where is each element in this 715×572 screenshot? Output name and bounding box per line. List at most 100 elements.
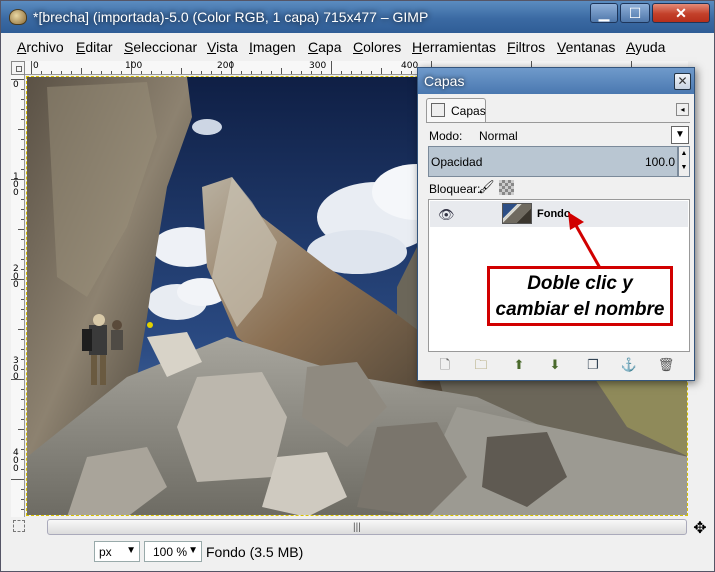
unit-dropdown[interactable]: px ▼ [94, 541, 140, 562]
ruler-tick [331, 61, 332, 74]
chevron-down-icon: ▼ [188, 545, 198, 556]
ruler-tick [111, 71, 112, 74]
menu-vista[interactable]: Vista [207, 39, 238, 55]
menu-filtros[interactable]: Filtros [507, 39, 545, 55]
navigate-image-icon[interactable]: ✥ [690, 518, 710, 538]
layers-dialog: Capas ✕ Capas ◂ Modo: Normal ▼ Opacidad … [417, 67, 695, 381]
ruler-tick [411, 71, 412, 74]
mode-label: Modo: [429, 129, 463, 143]
ruler-tick [281, 68, 282, 74]
ruler-tick [391, 71, 392, 74]
layers-dialog-title-bar[interactable]: Capas ✕ [418, 68, 694, 94]
menu-editar[interactable]: Editar [76, 39, 113, 55]
ruler-label: 300 [13, 356, 19, 382]
ruler-tick [121, 71, 122, 74]
ruler-tick [21, 469, 24, 470]
ruler-tick [21, 369, 24, 370]
layers-icon [431, 103, 445, 117]
ruler-tick [21, 239, 24, 240]
new-group-icon[interactable]: 🗀 [472, 356, 490, 374]
ruler-label: 100 [125, 61, 143, 71]
ruler-tick [321, 71, 322, 74]
opacity-label: Opacidad [431, 155, 483, 169]
ruler-tick [141, 71, 142, 74]
ruler-tick [361, 71, 362, 74]
ruler-tick [151, 71, 152, 74]
minimize-button[interactable]: ▁ [590, 3, 618, 23]
opacity-spin-button[interactable]: ▲ ▼ [678, 146, 690, 177]
quick-mask-toggle[interactable] [13, 520, 25, 532]
menu-capa[interactable]: Capa [308, 39, 341, 55]
annotation-box: Doble clic y cambiar el nombre [487, 266, 673, 326]
zoom-dropdown[interactable]: 100 % ▼ [144, 541, 202, 562]
tab-capas[interactable]: Capas [426, 98, 486, 122]
horizontal-scrollbar[interactable]: ||| [47, 519, 687, 535]
ruler-tick [401, 71, 402, 74]
mode-select[interactable]: Normal [479, 129, 518, 143]
new-layer-icon[interactable]: 🗋 [436, 356, 454, 374]
duplicate-layer-icon[interactable]: ❐ [584, 356, 602, 374]
menu-colores[interactable]: Colores [353, 39, 401, 55]
ruler-tick [18, 129, 24, 130]
lower-layer-icon[interactable]: ⬇ [546, 356, 564, 374]
ruler-tick [21, 149, 24, 150]
ruler-tick [21, 349, 24, 350]
gimp-app-icon [9, 9, 27, 25]
ruler-tick [71, 71, 72, 74]
annotation-line-1: Doble clic y [527, 273, 633, 294]
eye-icon[interactable]: 👁 [438, 207, 455, 223]
ruler-label: 200 [13, 264, 19, 290]
close-button[interactable]: ✕ [652, 3, 710, 23]
tab-divider [426, 122, 690, 123]
zoom-value: 100 % [153, 545, 188, 559]
tab-menu-button[interactable]: ◂ [676, 103, 689, 116]
menu-ventanas[interactable]: Ventanas [557, 39, 615, 55]
mode-dropdown-button[interactable]: ▼ [671, 126, 689, 144]
ruler-tick [351, 71, 352, 74]
ruler-tick [21, 199, 24, 200]
ruler-tick [21, 389, 24, 390]
menu-herramientas[interactable]: Herramientas [412, 39, 496, 55]
layer-row[interactable]: 👁 Fondo [430, 201, 688, 227]
ruler-tick [21, 289, 24, 290]
opacity-slider[interactable]: Opacidad 100.0 [428, 146, 678, 177]
opacity-value: 100.0 [644, 155, 675, 169]
layers-dialog-close-button[interactable]: ✕ [674, 73, 691, 90]
ruler-tick [101, 71, 102, 74]
ruler-tick [181, 68, 182, 74]
ruler-tick [21, 419, 24, 420]
ruler-label: 400 [13, 448, 19, 474]
ruler-tick [291, 71, 292, 74]
menu-archivo[interactable]: Archivo [17, 39, 64, 55]
vertical-ruler[interactable]: 0 100 200 300 400 [11, 75, 25, 517]
ruler-tick [21, 409, 24, 410]
ruler-tick [21, 499, 24, 500]
tab-capas-label: Capas [451, 104, 486, 118]
ruler-tick [301, 71, 302, 74]
chevron-down-icon: ▼ [126, 545, 136, 556]
lock-alpha-icon[interactable] [499, 180, 514, 195]
ruler-tick [21, 339, 24, 340]
menu-seleccionar[interactable]: Seleccionar [124, 39, 197, 55]
ruler-tick [21, 299, 24, 300]
delete-layer-icon[interactable]: 🗑 [657, 356, 675, 374]
ruler-tick [21, 209, 24, 210]
ruler-tick [21, 249, 24, 250]
title-bar[interactable]: *[brecha] (importada)-5.0 (Color RGB, 1 … [1, 1, 714, 33]
maximize-button[interactable]: ☐ [620, 3, 650, 23]
ruler-tick [261, 71, 262, 74]
ruler-tick [18, 329, 24, 330]
menu-imagen[interactable]: Imagen [249, 39, 296, 55]
ruler-tick [21, 189, 24, 190]
ruler-tick [41, 71, 42, 74]
ruler-tick [21, 159, 24, 160]
anchor-layer-icon[interactable]: ⚓ [620, 356, 638, 374]
ruler-corner-button[interactable] [11, 61, 25, 75]
ruler-tick [341, 71, 342, 74]
raise-layer-icon[interactable]: ⬆ [510, 356, 528, 374]
ruler-tick [381, 68, 382, 74]
menu-ayuda[interactable]: Ayuda [626, 39, 665, 55]
lock-pixels-icon[interactable]: 🖌 [478, 179, 495, 195]
lock-label: Bloquear: [429, 182, 481, 196]
ruler-tick [211, 71, 212, 74]
